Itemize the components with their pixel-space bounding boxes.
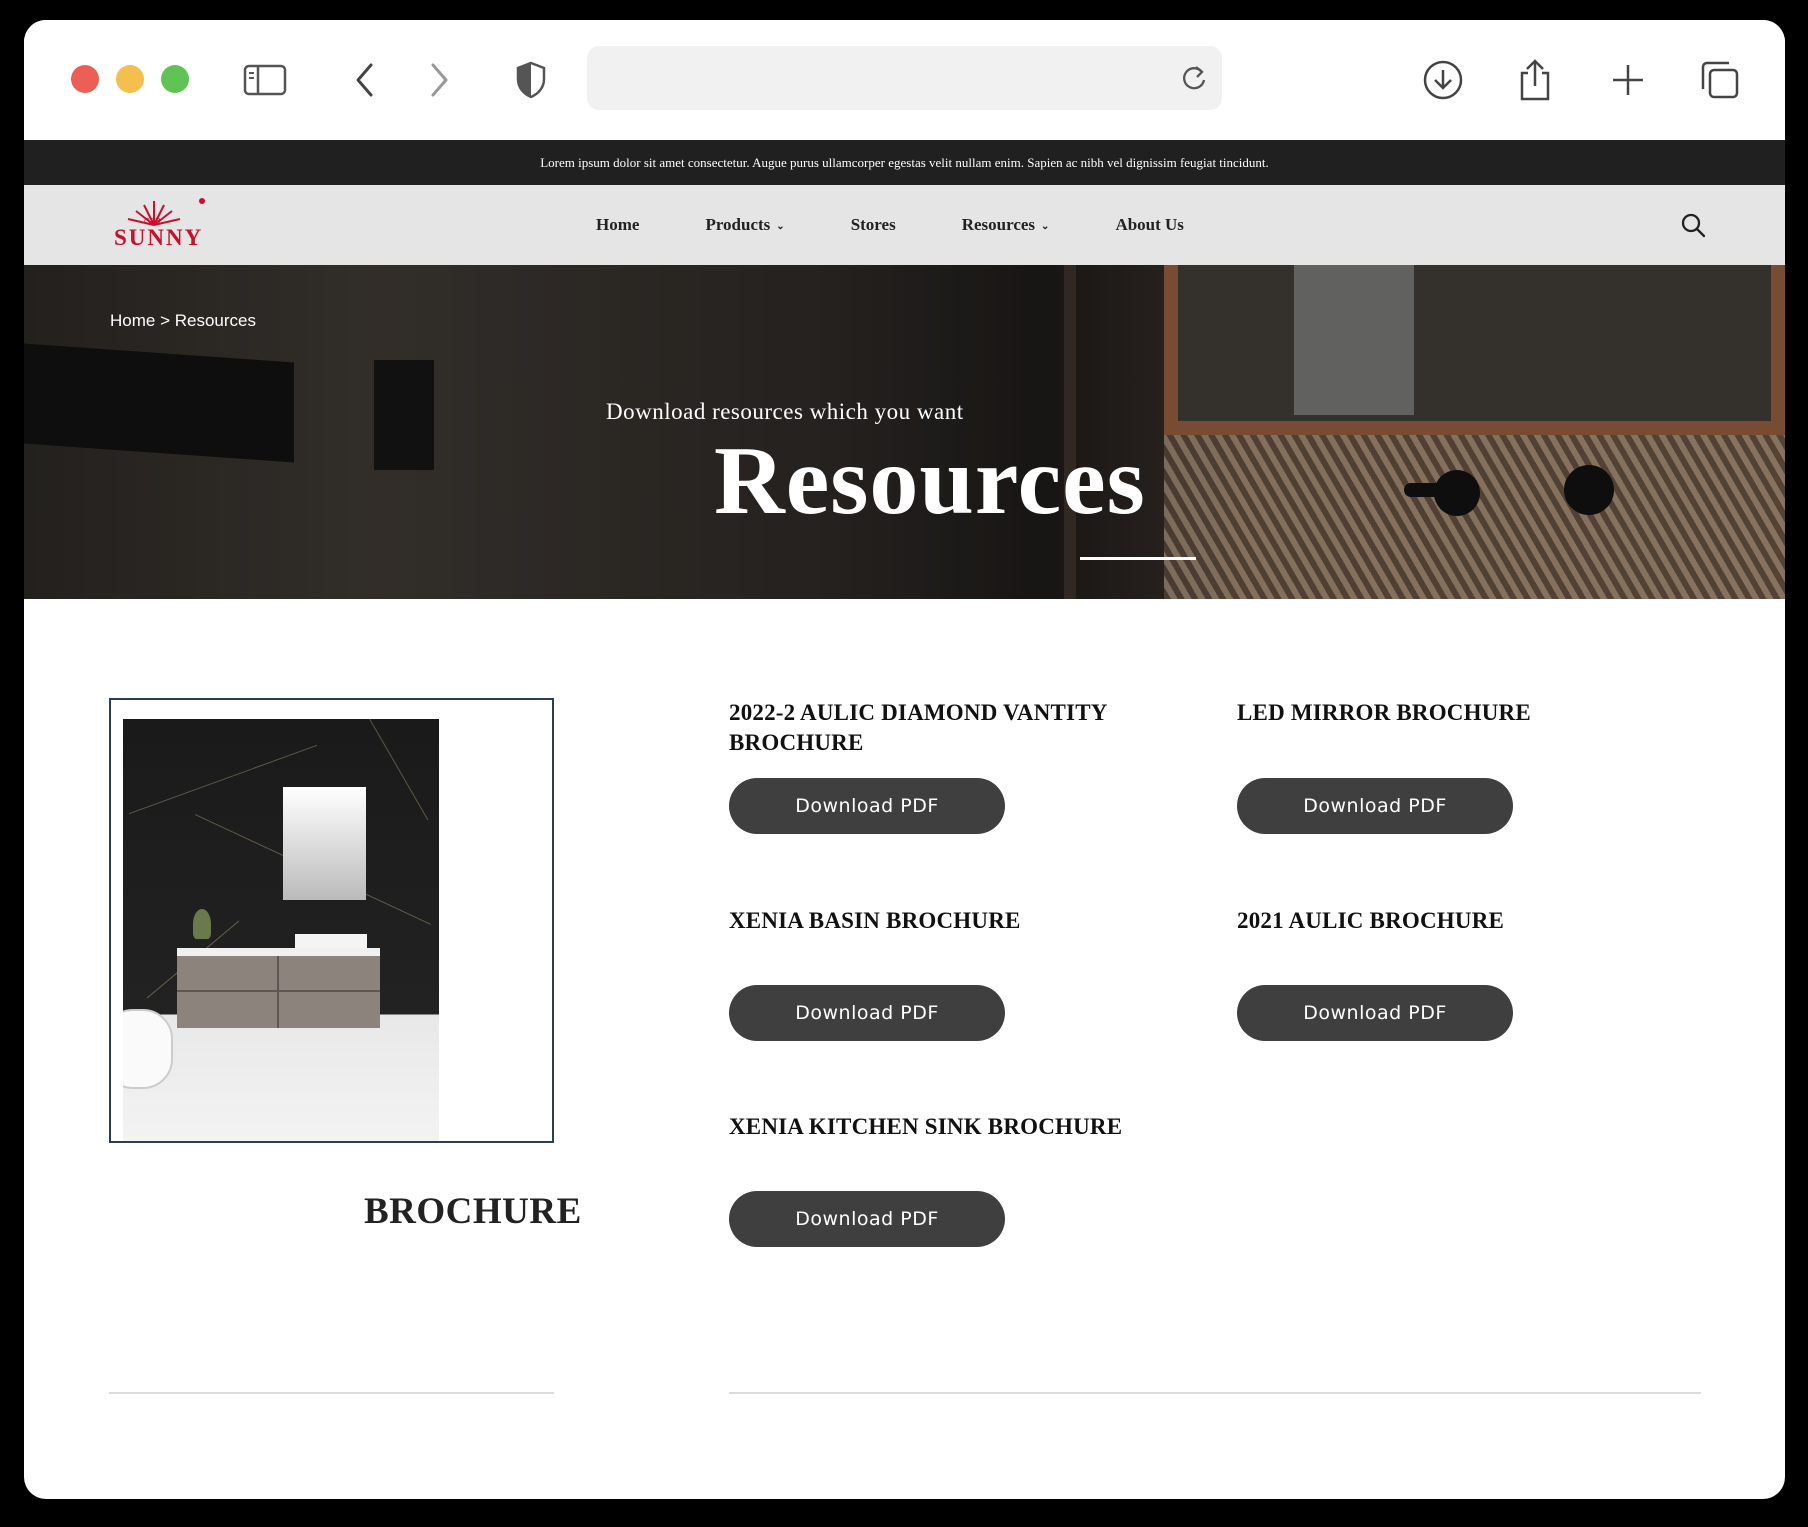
resource-item: XENIA KITCHEN SINK BROCHURE bbox=[729, 1112, 1149, 1142]
feature-caption: BROCHURE bbox=[364, 1191, 582, 1232]
sunny-logo[interactable]: C&B SUNNY bbox=[108, 195, 208, 255]
nav-item-label: Stores bbox=[850, 215, 896, 234]
main-menu: Home Products ⌄ Stores Resources ⌄ About… bbox=[596, 185, 1250, 265]
resource-title: 2022-2 AULIC DIAMOND VANTITY BROCHURE bbox=[729, 700, 1107, 755]
forward-arrow-icon[interactable] bbox=[417, 60, 461, 100]
download-pdf-button[interactable]: Download PDF bbox=[729, 985, 1005, 1041]
chevron-down-icon: ⌄ bbox=[776, 220, 785, 232]
divider bbox=[729, 1392, 1701, 1394]
nav-item-label: About Us bbox=[1115, 215, 1184, 234]
chevron-down-icon: ⌄ bbox=[1041, 220, 1050, 232]
minimize-window-button[interactable] bbox=[116, 65, 144, 93]
resource-title: LED MIRROR BROCHURE bbox=[1237, 700, 1531, 725]
breadcrumb[interactable]: Home > Resources bbox=[110, 311, 256, 331]
browser-toolbar bbox=[24, 20, 1785, 140]
logo-text: SUNNY bbox=[114, 225, 204, 250]
page-title: Resources bbox=[714, 427, 1146, 535]
download-icon[interactable] bbox=[1421, 60, 1465, 100]
breadcrumb-text: Home > Resources bbox=[110, 311, 256, 330]
resource-item: XENIA BASIN BROCHURE bbox=[729, 906, 1149, 936]
resource-item: LED MIRROR BROCHURE bbox=[1237, 698, 1657, 728]
announcement-text: Lorem ipsum dolor sit amet consectetur. … bbox=[540, 155, 1269, 170]
resource-title: XENIA KITCHEN SINK BROCHURE bbox=[729, 1114, 1123, 1139]
resource-title: XENIA BASIN BROCHURE bbox=[729, 908, 1021, 933]
divider bbox=[109, 1392, 554, 1394]
nav-item-label: Home bbox=[596, 215, 640, 234]
new-tab-plus-icon[interactable] bbox=[1606, 60, 1650, 100]
share-icon[interactable] bbox=[1513, 59, 1557, 101]
resource-item: 2021 AULIC BROCHURE bbox=[1237, 906, 1657, 936]
browser-window: Lorem ipsum dolor sit amet consectetur. … bbox=[24, 20, 1785, 1499]
nav-item-products[interactable]: Products ⌄ bbox=[705, 215, 784, 235]
nav-item-label: Resources bbox=[961, 215, 1036, 234]
sidebar-toggle-icon[interactable] bbox=[243, 60, 287, 100]
back-arrow-icon[interactable] bbox=[343, 60, 387, 100]
title-underline bbox=[1080, 557, 1196, 560]
reload-icon[interactable] bbox=[1178, 62, 1210, 94]
address-bar[interactable] bbox=[587, 46, 1222, 110]
hero-banner: Home > Resources Download resources whic… bbox=[24, 265, 1785, 599]
nav-item-about-us[interactable]: About Us bbox=[1115, 215, 1184, 235]
close-window-button[interactable] bbox=[71, 65, 99, 93]
resource-title: 2021 AULIC BROCHURE bbox=[1237, 908, 1505, 933]
nav-item-resources[interactable]: Resources ⌄ bbox=[962, 215, 1050, 235]
nav-item-stores[interactable]: Stores bbox=[851, 215, 896, 235]
tab-overview-icon[interactable] bbox=[1698, 60, 1742, 100]
nav-item-home[interactable]: Home bbox=[596, 215, 639, 235]
download-pdf-button[interactable]: Download PDF bbox=[729, 1191, 1005, 1247]
resource-item: 2022-2 AULIC DIAMOND VANTITY BROCHURE bbox=[729, 698, 1149, 758]
download-pdf-button[interactable]: Download PDF bbox=[1237, 778, 1513, 834]
nav-item-label: Products bbox=[705, 215, 771, 234]
search-icon[interactable] bbox=[1677, 209, 1709, 241]
announcement-bar: Lorem ipsum dolor sit amet consectetur. … bbox=[24, 140, 1785, 185]
brochure-cover-image bbox=[123, 719, 439, 1141]
zoom-window-button[interactable] bbox=[161, 65, 189, 93]
site-header: C&B SUNNY Home Products ⌄ Stores Resourc… bbox=[24, 185, 1785, 265]
privacy-shield-icon[interactable] bbox=[509, 60, 553, 100]
download-pdf-button[interactable]: Download PDF bbox=[729, 778, 1005, 834]
download-pdf-button[interactable]: Download PDF bbox=[1237, 985, 1513, 1041]
hero-subtitle: Download resources which you want bbox=[606, 399, 964, 424]
